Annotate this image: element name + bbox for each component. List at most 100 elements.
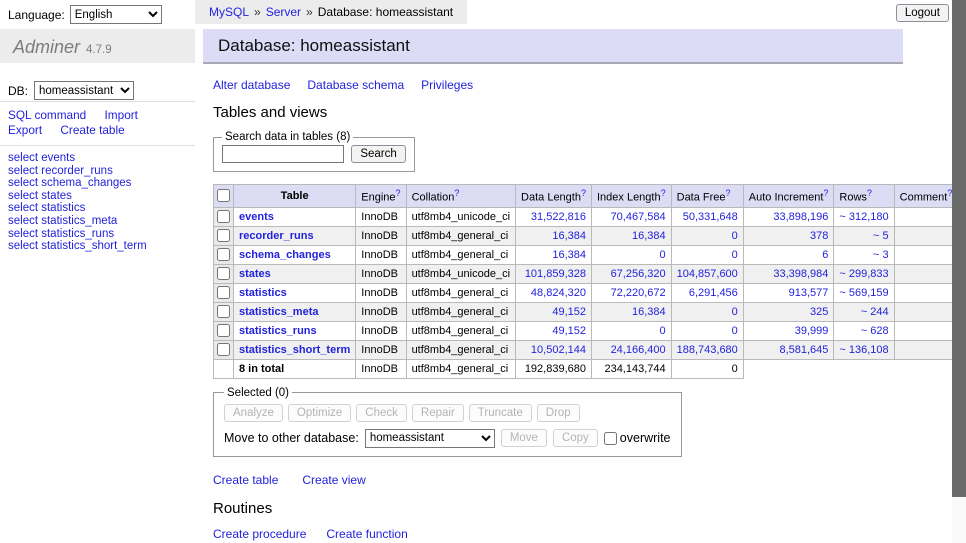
move-button[interactable]: Move: [501, 429, 547, 447]
value-link[interactable]: 325: [810, 306, 828, 318]
value-link[interactable]: 16,384: [632, 230, 666, 242]
search-button[interactable]: Search: [351, 145, 405, 163]
value-link[interactable]: ~ 136,108: [839, 344, 888, 356]
value-link[interactable]: 104,857,600: [677, 268, 738, 280]
value-link[interactable]: 10,502,144: [531, 344, 586, 356]
move-db-select[interactable]: homeassistant: [365, 429, 495, 448]
value-link[interactable]: ~ 628: [861, 325, 889, 337]
create-function-link[interactable]: Create function: [326, 527, 407, 541]
create-view-link[interactable]: Create view: [302, 473, 365, 487]
value-link[interactable]: 8,581,645: [779, 344, 828, 356]
value-link[interactable]: 67,256,320: [611, 268, 666, 280]
table-name-link[interactable]: statistics_short_term: [239, 344, 350, 356]
value-link[interactable]: 6,291,456: [689, 287, 738, 299]
row-checkbox[interactable]: [217, 267, 230, 280]
value-link[interactable]: ~ 5: [873, 230, 889, 242]
database-schema-link[interactable]: Database schema: [307, 78, 404, 92]
export-link[interactable]: Export: [8, 123, 42, 137]
value-link[interactable]: 0: [732, 249, 738, 261]
table-name-link[interactable]: statistics_meta: [239, 306, 319, 318]
table-name-link[interactable]: schema_changes: [239, 249, 331, 261]
value-link[interactable]: ~ 312,180: [839, 211, 888, 223]
breadcrumb-mysql-link[interactable]: MySQL: [209, 5, 249, 19]
table-name-link[interactable]: statistics_runs: [239, 325, 317, 337]
value-link[interactable]: 16,384: [552, 249, 586, 261]
vertical-scrollbar-thumb[interactable]: [952, 0, 966, 497]
column-help-link[interactable]: ?: [823, 188, 828, 198]
create-table-sidebar-link[interactable]: Create table: [60, 123, 124, 137]
alter-database-link[interactable]: Alter database: [213, 78, 290, 92]
sidebar-table-link[interactable]: select statistics_meta: [8, 215, 147, 228]
column-help-link[interactable]: ?: [661, 188, 666, 198]
value-link[interactable]: ~ 569,159: [839, 287, 888, 299]
column-help-link[interactable]: ?: [581, 188, 586, 198]
sidebar-table-link[interactable]: select states: [8, 190, 147, 203]
value-link[interactable]: 188,743,680: [677, 344, 738, 356]
sidebar-table-link[interactable]: select statistics_short_term: [8, 240, 147, 253]
overwrite-checkbox[interactable]: [604, 432, 617, 445]
column-help-link[interactable]: ?: [867, 188, 872, 198]
value-link[interactable]: 49,152: [552, 306, 586, 318]
table-name-link[interactable]: events: [239, 211, 274, 223]
value-link[interactable]: 378: [810, 230, 828, 242]
sidebar-table-link[interactable]: select recorder_runs: [8, 165, 147, 178]
search-input[interactable]: [222, 145, 344, 163]
privileges-link[interactable]: Privileges: [421, 78, 473, 92]
value-link[interactable]: 6: [822, 249, 828, 261]
value-link[interactable]: 31,522,816: [531, 211, 586, 223]
repair-button[interactable]: Repair: [412, 404, 464, 422]
language-select[interactable]: English: [70, 5, 162, 24]
row-checkbox[interactable]: [217, 343, 230, 356]
optimize-button[interactable]: Optimize: [288, 404, 351, 422]
table-name-link[interactable]: statistics: [239, 287, 287, 299]
sidebar-table-link[interactable]: select events: [8, 152, 147, 165]
value-link[interactable]: 101,859,328: [525, 268, 586, 280]
value-link[interactable]: 70,467,584: [611, 211, 666, 223]
value-link[interactable]: 0: [660, 249, 666, 261]
create-table-link[interactable]: Create table: [213, 473, 278, 487]
create-procedure-link[interactable]: Create procedure: [213, 527, 306, 541]
sql-command-link[interactable]: SQL command: [8, 108, 86, 122]
value-link[interactable]: 48,824,320: [531, 287, 586, 299]
value-link[interactable]: 0: [732, 325, 738, 337]
value-link[interactable]: 913,577: [789, 287, 829, 299]
value-link[interactable]: ~ 299,833: [839, 268, 888, 280]
table-name-link[interactable]: states: [239, 268, 271, 280]
analyze-button[interactable]: Analyze: [224, 404, 283, 422]
value-link[interactable]: 0: [732, 306, 738, 318]
value-link[interactable]: 72,220,672: [611, 287, 666, 299]
row-checkbox[interactable]: [217, 324, 230, 337]
row-checkbox[interactable]: [217, 305, 230, 318]
sidebar-table-link[interactable]: select statistics_runs: [8, 228, 147, 241]
import-link[interactable]: Import: [105, 108, 138, 122]
column-help-link[interactable]: ?: [454, 188, 459, 198]
table-name-link[interactable]: recorder_runs: [239, 230, 314, 242]
db-select[interactable]: homeassistant: [34, 81, 134, 100]
value-link[interactable]: 33,898,196: [773, 211, 828, 223]
check-button[interactable]: Check: [356, 404, 407, 422]
row-checkbox[interactable]: [217, 210, 230, 223]
value-link[interactable]: 16,384: [552, 230, 586, 242]
value-link[interactable]: 24,166,400: [611, 344, 666, 356]
value-link[interactable]: 49,152: [552, 325, 586, 337]
value-link[interactable]: 33,398,984: [773, 268, 828, 280]
value-link[interactable]: 50,331,648: [683, 211, 738, 223]
value-link[interactable]: 0: [660, 325, 666, 337]
copy-button[interactable]: Copy: [553, 429, 598, 447]
column-help-link[interactable]: ?: [726, 188, 731, 198]
value-link[interactable]: 39,999: [795, 325, 829, 337]
logout-button[interactable]: Logout: [896, 4, 949, 22]
sidebar-table-link[interactable]: select statistics: [8, 202, 147, 215]
value-link[interactable]: 0: [732, 230, 738, 242]
truncate-button[interactable]: Truncate: [469, 404, 532, 422]
drop-button[interactable]: Drop: [537, 404, 580, 422]
column-help-link[interactable]: ?: [396, 188, 401, 198]
sidebar-table-link[interactable]: select schema_changes: [8, 177, 147, 190]
row-checkbox[interactable]: [217, 286, 230, 299]
value-link[interactable]: 16,384: [632, 306, 666, 318]
breadcrumb-server-link[interactable]: Server: [266, 5, 301, 19]
row-checkbox[interactable]: [217, 229, 230, 242]
value-link[interactable]: ~ 244: [861, 306, 889, 318]
select-all-checkbox[interactable]: [217, 189, 230, 202]
value-link[interactable]: ~ 3: [873, 249, 889, 261]
